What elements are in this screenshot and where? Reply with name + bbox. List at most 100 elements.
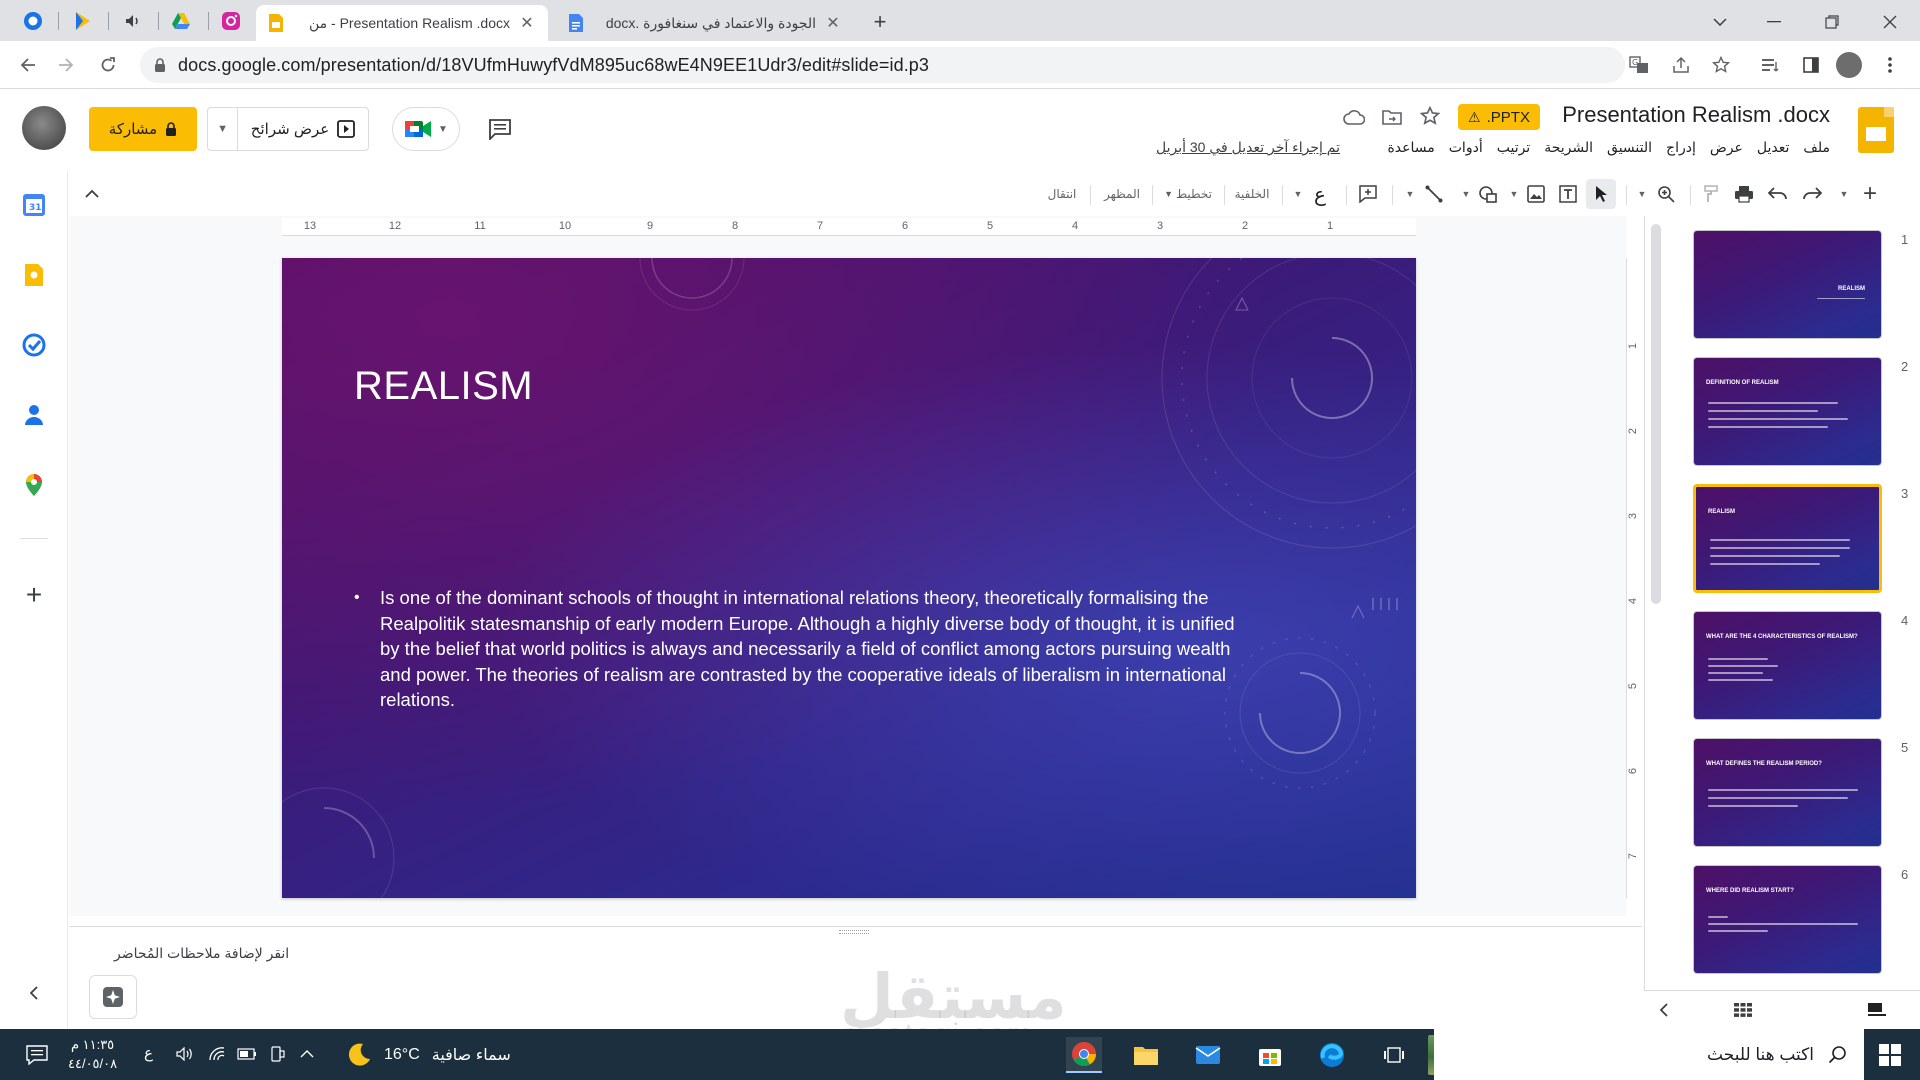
- text-box-icon[interactable]: [1554, 179, 1582, 209]
- input-tools-dropdown-icon[interactable]: ▼: [1288, 179, 1308, 209]
- layout-button[interactable]: تخطيط ▼: [1162, 179, 1214, 209]
- share-button[interactable]: مشاركة: [89, 107, 197, 151]
- slideshow-main[interactable]: عرض شرائح: [238, 120, 368, 138]
- slide-thumbnail-5[interactable]: WHAT DEFINES THE REALISM PERIOD?: [1693, 738, 1882, 847]
- google-slides-logo-icon[interactable]: [1858, 107, 1894, 153]
- google-calendar-icon[interactable]: 31: [19, 190, 49, 220]
- redo-icon[interactable]: [1798, 179, 1826, 209]
- close-icon[interactable]: ✕: [824, 13, 842, 33]
- select-tool-icon[interactable]: [1586, 179, 1616, 209]
- new-slide-plus-icon[interactable]: +: [1856, 179, 1884, 209]
- restore-icon[interactable]: [1812, 8, 1852, 36]
- close-icon[interactable]: ✕: [518, 13, 536, 33]
- move-folder-icon[interactable]: [1378, 105, 1406, 129]
- google-keep-icon[interactable]: [19, 260, 49, 290]
- slide-filmstrip[interactable]: REALISM 1 DEFINITION OF REALISM 2 REALIS…: [1644, 216, 1920, 1028]
- slideshow-dropdown-icon[interactable]: ▼: [208, 108, 238, 150]
- omnibox[interactable]: docs.google.com/presentation/d/18VUfmHuw…: [140, 47, 1625, 83]
- zoom-dropdown-icon[interactable]: ▼: [1632, 179, 1652, 209]
- cloud-saved-icon[interactable]: [1340, 105, 1368, 129]
- wifi-icon[interactable]: [206, 1044, 228, 1064]
- pinned-tab-chrome[interactable]: [12, 6, 54, 35]
- paint-format-icon[interactable]: [1698, 179, 1724, 209]
- bookmark-star-icon[interactable]: [1710, 54, 1732, 76]
- meet-dropdown-icon[interactable]: ▼: [438, 124, 448, 135]
- image-dropdown-icon[interactable]: ▼: [1504, 179, 1524, 209]
- device-icon[interactable]: [266, 1044, 288, 1064]
- pinned-tab-audio[interactable]: [112, 6, 154, 35]
- pptx-format-badge[interactable]: PPTX. ⚠: [1458, 104, 1540, 130]
- current-slide[interactable]: REALISM • Is one of the dominant schools…: [282, 258, 1416, 898]
- transition-button[interactable]: انتقال: [1044, 179, 1080, 209]
- tab-document[interactable]: ✕ الجودة والاعتماد في سنغافورة .docx: [556, 5, 854, 41]
- forward-arrow-icon[interactable]: [52, 51, 80, 79]
- line-tool-icon[interactable]: [1420, 179, 1448, 209]
- star-document-icon[interactable]: [1416, 104, 1444, 128]
- share-page-icon[interactable]: [1670, 54, 1692, 76]
- notifications-icon[interactable]: [24, 1042, 50, 1068]
- collapse-menus-chevron-icon[interactable]: [80, 179, 104, 209]
- slide-title[interactable]: REALISM: [354, 364, 533, 409]
- document-title[interactable]: Presentation Realism .docx: [1562, 102, 1830, 128]
- side-panel-icon[interactable]: [1800, 54, 1822, 76]
- slide-body-text[interactable]: • Is one of the dominant schools of thou…: [354, 585, 1254, 713]
- clock[interactable]: ١١:٣٥ م ٤٤/٠٥/٠٨: [68, 1035, 117, 1073]
- slide-thumbnail-4[interactable]: WHAT ARE THE 4 CHARACTERISTICS OF REALIS…: [1693, 611, 1882, 720]
- undo-icon[interactable]: [1764, 179, 1792, 209]
- input-tools-icon[interactable]: ع: [1308, 179, 1332, 209]
- close-window-icon[interactable]: [1870, 8, 1910, 36]
- tab-presentation[interactable]: ✕ Presentation Realism .docx - من: [256, 5, 548, 41]
- microsoft-store-icon[interactable]: [1252, 1037, 1288, 1073]
- reading-list-icon[interactable]: [1760, 54, 1782, 76]
- mail-icon[interactable]: [1190, 1037, 1226, 1073]
- slide-thumbnail-3[interactable]: REALISM: [1693, 484, 1882, 593]
- shape-dropdown-icon[interactable]: ▼: [1456, 179, 1476, 209]
- menu-help[interactable]: مساعدة: [1387, 139, 1434, 156]
- print-icon[interactable]: [1730, 179, 1758, 209]
- more-vertical-icon[interactable]: [1880, 54, 1900, 76]
- background-button[interactable]: الخلفية: [1232, 179, 1272, 209]
- menu-format[interactable]: التنسيق: [1607, 139, 1652, 156]
- filmstrip-view-icon[interactable]: [1866, 1000, 1888, 1020]
- windows-start-icon[interactable]: [1872, 1037, 1908, 1073]
- line-dropdown-icon[interactable]: ▼: [1400, 179, 1420, 209]
- notes-resize-handle[interactable]: [839, 930, 869, 934]
- explore-button[interactable]: [89, 975, 137, 1019]
- get-addons-plus-icon[interactable]: +: [19, 579, 49, 610]
- menu-tools[interactable]: أدوات: [1449, 139, 1483, 156]
- show-side-panel-chevron-icon[interactable]: [19, 978, 49, 1008]
- chrome-taskbar-icon[interactable]: [1066, 1037, 1102, 1073]
- translate-icon[interactable]: G: [1628, 54, 1650, 76]
- shape-tool-icon[interactable]: [1474, 179, 1502, 209]
- menu-file[interactable]: ملف: [1803, 139, 1830, 156]
- back-arrow-icon[interactable]: [14, 51, 42, 79]
- pinned-tab-instagram[interactable]: [210, 6, 252, 35]
- new-slide-dropdown-icon[interactable]: ▼: [1834, 179, 1854, 209]
- horizontal-ruler[interactable]: 13 12 11 10 9 8 7 6 5 4 3 2 1: [282, 218, 1416, 236]
- google-tasks-icon[interactable]: [19, 330, 49, 360]
- slide-thumbnail-1[interactable]: REALISM: [1693, 230, 1882, 339]
- slideshow-button[interactable]: عرض شرائح ▼: [207, 107, 369, 151]
- new-tab-plus-icon[interactable]: +: [866, 8, 894, 36]
- meet-button[interactable]: ▼: [392, 107, 460, 151]
- theme-button[interactable]: المظهر: [1102, 179, 1142, 209]
- last-edit-link[interactable]: تم إجراء آخر تعديل في 30 أبريل: [1156, 139, 1340, 156]
- file-explorer-icon[interactable]: [1128, 1037, 1164, 1073]
- vertical-ruler[interactable]: 1 2 3 4 5 6 7: [1626, 258, 1644, 898]
- zoom-icon[interactable]: [1652, 179, 1680, 209]
- reload-icon[interactable]: [94, 51, 122, 79]
- collapse-filmstrip-chevron-icon[interactable]: [1654, 1000, 1674, 1020]
- google-contacts-icon[interactable]: [19, 400, 49, 430]
- slide-thumbnail-2[interactable]: DEFINITION OF REALISM: [1693, 357, 1882, 466]
- slide-thumbnail-6[interactable]: WHERE DID REALISM START?: [1693, 865, 1882, 974]
- comments-icon[interactable]: [486, 115, 514, 143]
- task-view-icon[interactable]: [1376, 1037, 1412, 1073]
- user-avatar[interactable]: [22, 106, 66, 150]
- weather-widget[interactable]: سماء صافية 16°C: [346, 1037, 511, 1073]
- volume-icon[interactable]: [174, 1044, 196, 1064]
- menu-edit[interactable]: تعديل: [1757, 139, 1790, 156]
- minimize-icon[interactable]: [1754, 8, 1794, 36]
- pinned-tab-drive[interactable]: [160, 6, 202, 35]
- insert-image-icon[interactable]: [1522, 179, 1550, 209]
- grid-view-icon[interactable]: [1732, 1000, 1754, 1020]
